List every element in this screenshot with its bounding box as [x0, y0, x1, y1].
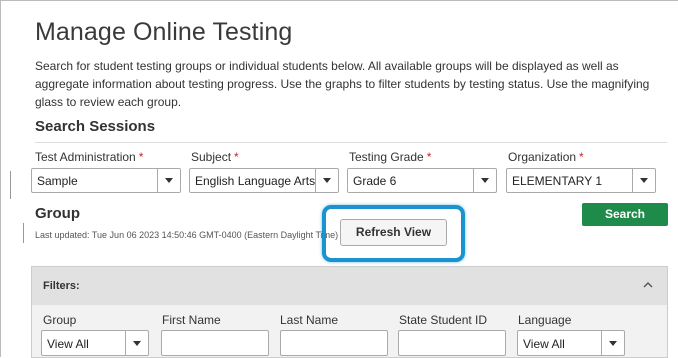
filter-first-name-label: First Name: [162, 313, 221, 327]
filters-header[interactable]: Filters:: [32, 267, 667, 305]
left-border-mark: [10, 171, 11, 199]
filters-panel: Filters: Group First Name Last Name Stat…: [31, 266, 668, 358]
chevron-down-icon[interactable]: [601, 331, 624, 355]
testing-grade-label: Testing Grade *: [349, 150, 432, 164]
subject-select[interactable]: English Language Arts: [189, 168, 339, 193]
filter-last-name-input[interactable]: [280, 330, 388, 356]
search-sessions-title: Search Sessions: [35, 118, 156, 135]
select-value: Sample: [37, 174, 78, 188]
section-divider: [35, 142, 667, 143]
filter-state-student-id-label: State Student ID: [399, 313, 488, 327]
chevron-down-icon[interactable]: [315, 169, 338, 192]
select-value: Grade 6: [353, 174, 397, 188]
testing-grade-select[interactable]: Grade 6: [347, 168, 497, 193]
select-value: ELEMENTARY 1: [512, 174, 603, 188]
organization-label: Organization *: [508, 150, 584, 164]
select-value: View All: [523, 337, 565, 351]
filter-state-student-id-input[interactable]: [398, 330, 506, 356]
filter-first-name-input[interactable]: [161, 330, 269, 356]
test-administration-select[interactable]: Sample: [31, 168, 181, 193]
required-marker: *: [234, 150, 239, 164]
filter-group-select[interactable]: View All: [41, 330, 149, 356]
search-button[interactable]: Search: [582, 203, 668, 226]
select-value: View All: [47, 337, 89, 351]
subject-label: Subject *: [191, 150, 239, 164]
chevron-down-icon[interactable]: [632, 169, 655, 192]
required-marker: *: [138, 150, 144, 164]
chevron-down-icon[interactable]: [473, 169, 496, 192]
page-intro: Search for student testing groups or ind…: [35, 59, 650, 109]
filter-language-select[interactable]: View All: [517, 330, 625, 356]
chevron-down-icon[interactable]: [157, 169, 180, 192]
filter-language-label: Language: [518, 313, 572, 327]
chevron-down-icon[interactable]: [125, 331, 148, 355]
filter-group-label: Group: [43, 313, 77, 327]
organization-select[interactable]: ELEMENTARY 1: [506, 168, 656, 193]
page-frame: Manage Online Testing Search for student…: [0, 0, 678, 358]
required-marker: *: [579, 150, 584, 164]
page-title: Manage Online Testing: [35, 18, 293, 46]
left-border-mark: [23, 223, 24, 243]
filters-title: Filters:: [43, 280, 80, 292]
last-updated-text: Last updated: Tue Jun 06 2023 14:50:46 G…: [35, 230, 339, 240]
group-title: Group: [35, 205, 80, 222]
refresh-view-button[interactable]: Refresh View: [340, 219, 447, 246]
required-marker: *: [426, 150, 432, 164]
filter-last-name-label: Last Name: [280, 313, 339, 327]
select-value: English Language Arts: [195, 174, 316, 188]
chevron-up-icon[interactable]: [643, 280, 653, 290]
test-administration-label: Test Administration *: [35, 150, 144, 164]
